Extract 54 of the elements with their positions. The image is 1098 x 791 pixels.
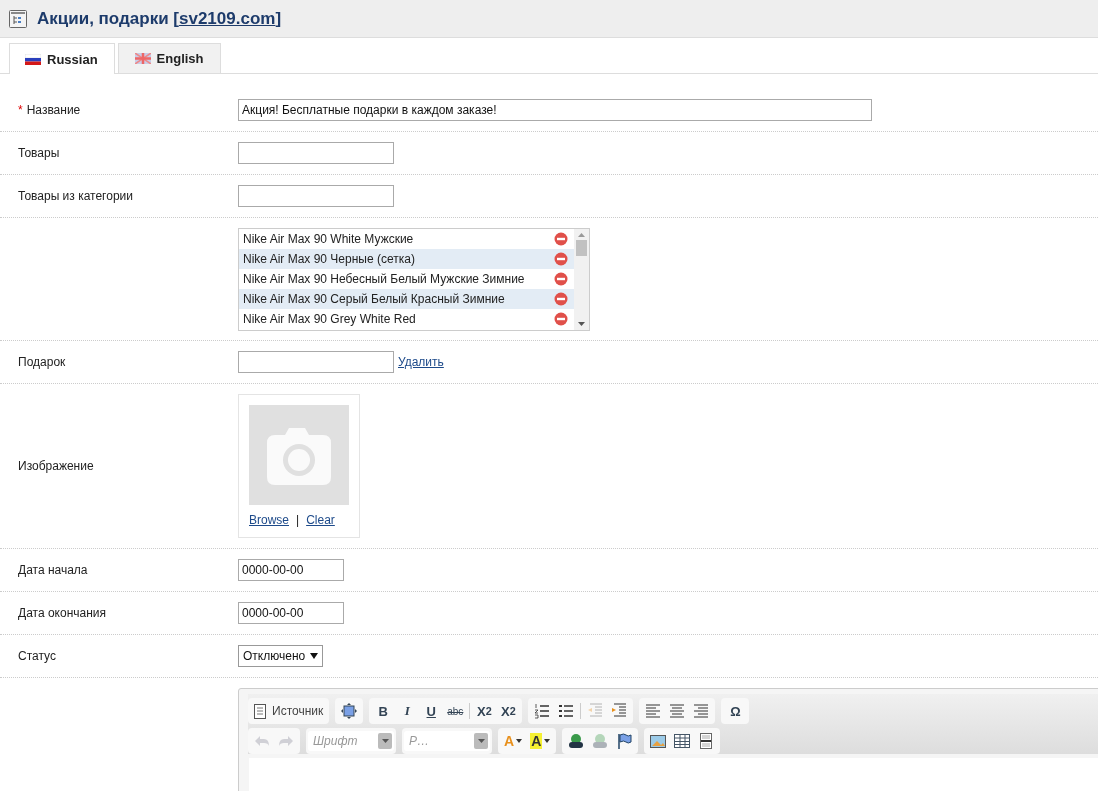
list-item[interactable]: Nike Air Max 90 Серый Белый Красный Зимние — [239, 288, 574, 309]
scroll-down-icon[interactable] — [578, 321, 585, 326]
format-button[interactable]: Ω — [723, 700, 748, 722]
remove-icon[interactable] — [554, 251, 568, 266]
remove-icon[interactable] — [554, 291, 568, 306]
field-label: Дата начала — [18, 563, 88, 577]
remove-icon[interactable] — [554, 271, 568, 286]
browse-link[interactable]: Browse — [249, 513, 289, 527]
clear-link[interactable]: Clear — [306, 513, 335, 527]
caret-icon — [516, 739, 523, 743]
language-tab[interactable]: English — [117, 43, 221, 73]
scrollbar[interactable] — [574, 228, 589, 330]
field-label: Товары из категории — [18, 189, 133, 203]
field-label: Товары — [18, 146, 60, 160]
format-button[interactable]: I — [395, 700, 420, 722]
caret-icon — [310, 653, 319, 659]
format-button[interactable]: B — [371, 700, 396, 722]
page-title: Акции, подарки [sv2109.com] — [37, 8, 282, 29]
field-label: Подарок — [18, 355, 66, 369]
russia-flag-icon — [25, 53, 41, 65]
field-label: Дата окончания — [18, 606, 107, 620]
scrollbar-thumb[interactable] — [576, 239, 587, 256]
field-label: Изображение — [18, 459, 94, 473]
remove-icon[interactable] — [554, 231, 568, 246]
bg-color-button[interactable]: A — [526, 730, 555, 752]
date-field[interactable]: 0000-00-00 — [238, 559, 344, 581]
format-button[interactable]: U — [419, 700, 444, 722]
remove-icon[interactable] — [554, 311, 568, 326]
module-icon — [9, 9, 27, 28]
date-field[interactable]: 0000-00-00 — [238, 602, 344, 624]
caret-icon — [477, 739, 485, 743]
scroll-up-icon[interactable] — [578, 232, 585, 237]
text-field[interactable] — [238, 142, 394, 164]
camera-placeholder-icon — [249, 405, 349, 505]
list-item[interactable]: Nike Air Max 90 Небесный Белый Мужские Зимние — [239, 268, 574, 289]
text-field[interactable] — [238, 185, 394, 207]
language-tab[interactable]: Russian — [9, 43, 115, 74]
delete-link[interactable]: Удалить — [398, 355, 444, 369]
text-field[interactable] — [238, 351, 394, 373]
field-label: * Название — [18, 103, 81, 117]
caret-icon — [544, 739, 551, 743]
list-item[interactable]: Nike Air Max 90 Grey White Red — [239, 308, 574, 329]
list-item[interactable]: Nike Air Max 90 Черные (сетка) — [239, 248, 574, 269]
uk-flag-icon — [134, 53, 151, 64]
link-separator: | — [296, 513, 300, 527]
document-icon — [254, 703, 266, 719]
format-button[interactable]: abc — [443, 700, 468, 722]
required-mark: * — [18, 103, 23, 117]
caret-icon — [381, 739, 389, 743]
field-label: Статус — [18, 649, 56, 663]
source-button[interactable]: Источник — [250, 700, 328, 722]
text-field[interactable]: Акция! Бесплатные подарки в каждом заказе! — [238, 99, 872, 121]
status-dropdown[interactable]: Отключено — [238, 645, 324, 667]
list-item[interactable]: Nike Air Max 90 White Мужские — [239, 228, 574, 249]
